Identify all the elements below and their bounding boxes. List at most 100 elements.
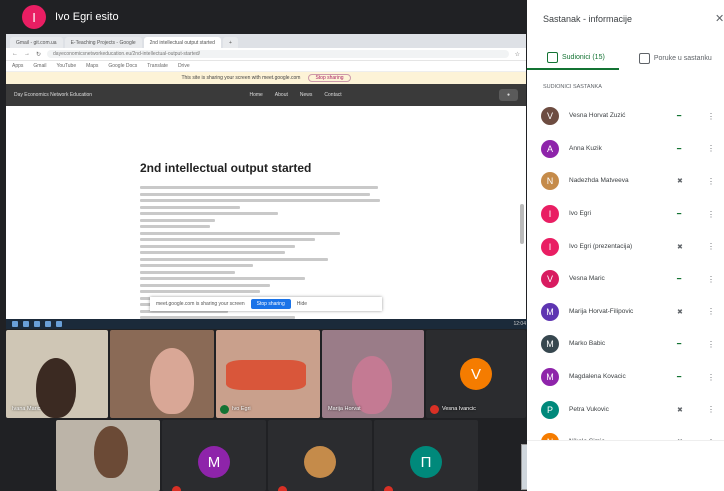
participant-row[interactable]: V Vesna Horvat Zuzić ━ ⋮ [527, 100, 724, 133]
forward-icon[interactable]: → [24, 51, 30, 57]
presenter-name: Ivo Egri esito [55, 11, 119, 23]
participant-row[interactable]: I Ivo Egri ━ ⋮ [527, 198, 724, 231]
more-options-icon[interactable]: ⋮ [707, 275, 715, 284]
back-icon[interactable]: ← [12, 51, 18, 57]
participant-tile[interactable] [268, 420, 372, 491]
bookmark[interactable]: Gmail [33, 63, 46, 69]
more-options-icon[interactable]: ⋮ [707, 307, 715, 316]
site-brand[interactable]: Day Economics Network Education [14, 92, 92, 98]
os-taskbar: 12:04 [6, 319, 527, 329]
site-logo: ● [498, 89, 519, 101]
infobar-stop-button[interactable]: Stop sharing [308, 74, 351, 82]
new-tab-button[interactable]: + [222, 37, 238, 48]
taskbar-app-icon[interactable] [45, 321, 51, 327]
mic-muted-icon[interactable]: ✖ [677, 177, 683, 185]
more-options-icon[interactable]: ⋮ [707, 340, 715, 349]
tab-chat-label: Poruke u sastanku [653, 54, 712, 62]
taskbar-clock: 12:04 [513, 321, 526, 327]
more-options-icon[interactable]: ⋮ [707, 210, 715, 219]
mic-active-icon[interactable]: ━ [677, 210, 681, 218]
participant-row[interactable]: M Marko Babic ━ ⋮ [527, 328, 724, 361]
participant-initial: M [198, 446, 230, 478]
participant-row[interactable]: M Marija Horvat-Filipovic ✖ ⋮ [527, 296, 724, 329]
site-nav-item[interactable]: Home [249, 92, 262, 98]
participant-tile-name: Ivana Maric [12, 406, 41, 412]
presenter-avatar: I [22, 5, 46, 29]
tab-participants[interactable]: Sudionici (15) [527, 46, 619, 70]
panel-tabs: Sudionici (15) Poruke u sastanku [527, 46, 724, 70]
reload-icon[interactable]: ↻ [36, 51, 41, 58]
participant-tile[interactable]: Ivo Egri [216, 330, 320, 418]
bookmark[interactable]: Drive [178, 63, 190, 69]
muted-mic-icon [278, 486, 287, 491]
participant-row[interactable]: V Vesna Maric ━ ⋮ [527, 263, 724, 296]
site-nav-item[interactable]: Contact [324, 92, 341, 98]
participant-name: Marija Horvat-Filipovic [569, 307, 634, 315]
participant-row[interactable]: P Petra Vukovic ✖ ⋮ [527, 393, 724, 426]
participant-tile[interactable]: V Vesna Ivancic [426, 330, 526, 418]
bookmark[interactable]: Translate [147, 63, 168, 69]
participant-tile[interactable]: Marija Horvat [322, 330, 424, 418]
participant-tile[interactable]: П [374, 420, 478, 491]
browser-tabs: Gmail - git.com.ua E-Teaching Projects -… [6, 34, 526, 48]
bookmark[interactable]: Google Docs [108, 63, 137, 69]
browser-tab[interactable]: Gmail - git.com.ua [10, 37, 63, 48]
participant-avatar: N [541, 172, 559, 191]
taskbar-app-icon[interactable] [34, 321, 40, 327]
browser-tab-active[interactable]: 2nd intellectual output started [143, 37, 221, 48]
scrollbar[interactable] [520, 204, 524, 244]
participant-row[interactable]: N Nadezhda Matveeva ✖ ⋮ [527, 165, 724, 198]
participant-tile[interactable] [110, 330, 214, 418]
tab-chat[interactable]: Poruke u sastanku [619, 46, 712, 70]
more-options-icon[interactable]: ⋮ [707, 112, 715, 121]
mic-active-icon[interactable]: ━ [677, 340, 681, 348]
start-icon[interactable] [12, 321, 18, 327]
mic-active-icon[interactable]: ━ [677, 275, 681, 283]
stop-sharing-button[interactable]: Stop sharing [250, 299, 291, 309]
participant-avatar: I [541, 237, 559, 256]
hide-button[interactable]: Hide [297, 301, 307, 307]
panel-footer [527, 440, 724, 491]
panel-title: Sastanak - informacije [543, 14, 633, 24]
participant-name: Petra Vukovic [569, 405, 609, 413]
bookmark[interactable]: YouTube [56, 63, 76, 69]
bookmark[interactable]: Maps [86, 63, 98, 69]
taskbar-app-icon[interactable] [23, 321, 29, 327]
more-options-icon[interactable]: ⋮ [707, 177, 715, 186]
participant-tile[interactable]: M [162, 420, 266, 491]
mic-active-icon[interactable]: ━ [677, 373, 681, 381]
participant-tile[interactable] [56, 420, 160, 491]
mic-muted-icon[interactable]: ✖ [677, 406, 683, 414]
muted-mic-icon [172, 486, 181, 491]
participant-tile[interactable]: Ivana Maric [6, 330, 108, 418]
participant-row[interactable]: M Magdalena Kovacic ━ ⋮ [527, 361, 724, 394]
shared-screen[interactable]: Gmail - git.com.ua E-Teaching Projects -… [6, 34, 526, 319]
mic-muted-icon[interactable]: ✖ [677, 308, 683, 316]
more-options-icon[interactable]: ⋮ [707, 405, 715, 414]
article-title: 2nd intellectual output started [140, 161, 312, 175]
participant-row[interactable]: I Ivo Egri (prezentacija) ✖ ⋮ [527, 230, 724, 263]
share-notification-text: meet.google.com is sharing your screen [156, 301, 245, 307]
browser-tab[interactable]: E-Teaching Projects - Google [64, 37, 142, 48]
muted-mic-icon [220, 405, 229, 414]
presenter-bar: I Ivo Egri esito [0, 0, 527, 34]
mic-active-icon[interactable]: ━ [677, 112, 681, 120]
participant-avatar: P [541, 400, 559, 419]
taskbar-app-icon[interactable] [56, 321, 62, 327]
participant-row[interactable]: A Anna Kuzik ━ ⋮ [527, 133, 724, 166]
more-options-icon[interactable]: ⋮ [707, 373, 715, 382]
meeting-stage: I Ivo Egri esito Gmail - git.com.ua E-Te… [0, 0, 527, 491]
star-icon[interactable]: ☆ [515, 51, 520, 58]
site-nav-item[interactable]: News [300, 92, 313, 98]
site-nav-item[interactable]: About [275, 92, 288, 98]
mic-active-icon[interactable]: ━ [677, 145, 681, 153]
url-field[interactable]: dayeconomicsnetworkeducation.eu/2nd-inte… [47, 50, 509, 58]
participant-name: Ivo Egri (prezentacija) [569, 242, 633, 250]
mic-muted-icon[interactable]: ✖ [677, 243, 683, 251]
participant-name: Vesna Horvat Zuzić [569, 112, 626, 120]
bookmark[interactable]: Apps [12, 63, 23, 69]
close-icon[interactable]: ✕ [715, 12, 724, 25]
more-options-icon[interactable]: ⋮ [707, 144, 715, 153]
more-options-icon[interactable]: ⋮ [707, 242, 715, 251]
participant-list: V Vesna Horvat Zuzić ━ ⋮ A Anna Kuzik ━ ⋮ N Nadez… [527, 100, 724, 459]
